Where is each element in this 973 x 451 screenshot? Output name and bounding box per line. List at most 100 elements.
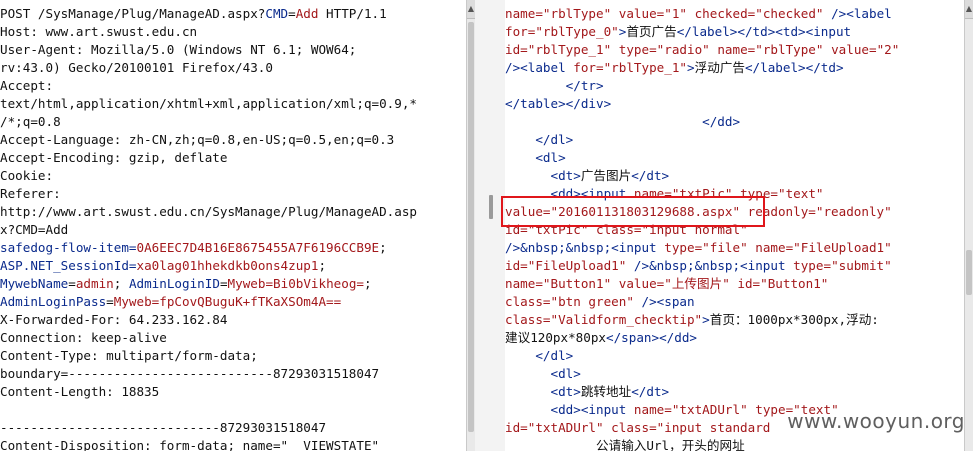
response-line: /><label for="rblType_1">浮动广告</label></t… (505, 59, 844, 77)
response-token: "rblType_0" (535, 24, 619, 39)
scroll-up-icon[interactable]: ▲ (467, 0, 475, 19)
response-token: </dt> (631, 384, 670, 399)
request-token: Myweb=Bi0bVikheog= (227, 276, 365, 291)
request-token: boundary=---------------------------8729… (0, 366, 380, 381)
response-token: "上传图片" (664, 276, 730, 291)
response-token: "btn green" (550, 294, 634, 309)
request-scrollbar[interactable]: ▲ (466, 0, 475, 451)
request-line: rv:43.0) Gecko/20100101 Firefox/43.0 (0, 59, 273, 77)
response-token: <dt> (505, 168, 581, 183)
request-line: AdminLoginPass=Myweb=fpCovQBuguK+fTKaXSO… (0, 293, 341, 311)
response-scrollbar[interactable]: ▲ (964, 0, 973, 451)
request-token: POST /SysManage/Plug/ManageAD.aspx? (0, 6, 266, 21)
response-token: "file" (702, 240, 748, 255)
response-line: </dd> (505, 113, 740, 131)
response-token: </table></div> (505, 96, 612, 111)
response-token: </dl> (505, 348, 574, 363)
response-token: name= (505, 276, 543, 291)
response-token: 首页：1000px*300px,浮动: (709, 312, 879, 327)
response-token: 浮动广告 (694, 60, 745, 75)
splitter-handle-icon[interactable] (489, 195, 493, 219)
request-token: Cookie: (0, 168, 54, 183)
request-line: -----------------------------87293031518… (0, 419, 326, 437)
request-scroll-thumb[interactable] (468, 22, 474, 432)
request-token: Add (295, 6, 319, 21)
response-token: name= (633, 402, 672, 417)
response-line: name="Button1" value="上传图片" id="Button1" (505, 275, 828, 293)
response-token: "2" (876, 42, 900, 57)
response-token: type= (611, 42, 657, 57)
request-token: rv:43.0) Gecko/20100101 Firefox/43.0 (0, 60, 273, 75)
request-line: Host: www.art.swust.edu.cn (0, 23, 197, 41)
request-token: AdminLoginID (128, 276, 220, 291)
request-token: MywebName (0, 276, 69, 291)
request-line: /*;q=0.8 (0, 113, 61, 131)
response-token: "Button1" (542, 276, 612, 291)
request-token: X-Forwarded-For: 64.233.162.84 (0, 312, 228, 327)
request-line: text/html,application/xhtml+xml,applicat… (0, 95, 417, 113)
request-token: http://www.art.swust.edu.cn/SysManage/Pl… (0, 204, 418, 219)
request-line: Accept-Language: zh-CN,zh;q=0.8,en-US;q=… (0, 131, 394, 149)
request-line: Cookie: (0, 167, 53, 185)
response-token: </span></dd> (606, 330, 698, 345)
response-token: 公请输入Url，开头的网址 (596, 438, 745, 451)
request-token: HTTP/1.1 (318, 6, 387, 21)
response-token: "txtADUrl" (527, 420, 604, 435)
scroll-up-icon[interactable]: ▲ (965, 0, 973, 19)
response-line: </dl> (505, 131, 573, 149)
request-line: ASP.NET_SessionId=xa0lag01hhekdkb0ons4zu… (0, 257, 326, 275)
request-line: x?CMD=Add (0, 221, 68, 239)
response-line: id="txtADUrl" class="input standard (505, 419, 770, 437)
response-token: value= (611, 276, 665, 291)
response-token: "checked" (755, 6, 824, 21)
response-token: />&nbsp;&nbsp;<input (626, 258, 794, 273)
request-token: /*;q=0.8 (0, 114, 61, 129)
response-line: <dl> (505, 365, 580, 383)
response-token: value= (823, 42, 877, 57)
request-token: = (128, 258, 137, 273)
response-token: for= (573, 60, 604, 75)
request-token: Myweb=fpCovQBuguK+fTKaXSOm4A== (113, 294, 342, 309)
response-token: </dd> (505, 114, 741, 129)
request-token: = (128, 240, 137, 255)
response-token: "text" (778, 186, 824, 201)
response-token: "rblType" (542, 6, 612, 21)
response-token: "1" (664, 6, 687, 21)
response-token: /><label (823, 6, 892, 21)
request-token: User-Agent: Mozilla/5.0 (Windows NT 6.1;… (0, 42, 357, 57)
response-token: id= (505, 420, 528, 435)
response-token: checked= (687, 6, 756, 21)
request-token: Connection: keep-alive (0, 330, 167, 345)
request-line: Referer: (0, 185, 61, 203)
response-line: </dl> (505, 347, 573, 365)
response-token: "submit" (831, 258, 892, 273)
response-token: class= (505, 294, 551, 309)
response-scroll-thumb[interactable] (966, 250, 972, 295)
response-token: "rblType_1" (527, 42, 612, 57)
response-token: id= (729, 276, 761, 291)
response-line: class="Validform_checktip">首页：1000px*300… (505, 311, 879, 329)
request-token: Content-Disposition: form-data; name="__… (0, 438, 380, 451)
response-line: name="rblType" value="1" checked="checke… (505, 5, 892, 23)
request-token: Accept: (0, 78, 54, 93)
request-token: = (219, 276, 228, 291)
response-token: <dt> (505, 384, 581, 399)
response-line: 公请输入Url，开头的网址 (505, 437, 745, 451)
response-line: />&nbsp;&nbsp;<input type="file" name="F… (505, 239, 892, 257)
request-token: = (288, 6, 296, 21)
response-token: 首页广告 (626, 24, 677, 39)
request-line: Content-Disposition: form-data; name="__… (0, 437, 379, 451)
request-token: ; (318, 258, 327, 273)
request-token: Host: www.art.swust.edu.cn (0, 24, 198, 39)
response-token: id= (505, 42, 528, 57)
request-token: AdminLoginPass (0, 294, 107, 309)
request-token: text/html,application/xhtml+xml,applicat… (0, 96, 418, 111)
response-line: id="rblType_1" type="radio" name="rblTyp… (505, 41, 899, 59)
response-token (505, 438, 596, 451)
response-token: type= (793, 258, 832, 273)
response-token: </label></td> (744, 60, 844, 75)
response-token: "radio" (656, 42, 710, 57)
watermark: www.wooyun.org (787, 409, 965, 433)
response-token: /><span (633, 294, 695, 309)
request-pane[interactable]: POST /SysManage/Plug/ManageAD.aspx?CMD=A… (0, 0, 465, 451)
